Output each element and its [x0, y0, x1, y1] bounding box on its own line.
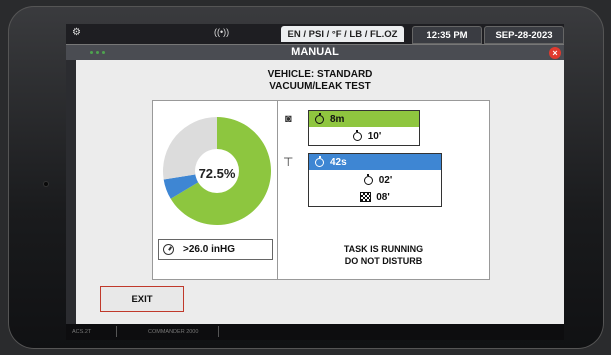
- units-selector[interactable]: EN / PSI / °F / LB / FL.OZ: [281, 26, 404, 42]
- device-screen: ⚙ ((•)) EN / PSI / °F / LB / FL.OZ 12:35…: [66, 24, 564, 340]
- main-content: VEHICLE: STANDARD VACUUM/LEAK TEST 72.5%…: [76, 60, 564, 324]
- stopwatch-icon: [315, 155, 324, 167]
- camera-dot: [44, 182, 48, 186]
- leak-step-stopwatch: 02': [309, 172, 441, 188]
- vacuum-readout: >26.0 inHG: [158, 239, 273, 260]
- footer-middle-text: COMMANDER 2000: [148, 329, 199, 335]
- status-line-2: DO NOT DISTURB: [344, 256, 423, 266]
- window-title: MANUAL: [291, 46, 339, 58]
- date-display: SEP-28-2023: [484, 26, 564, 44]
- stopwatch-icon: [315, 112, 324, 124]
- leak-current-time: 42s: [330, 156, 347, 168]
- leak-finish-time: 08': [376, 191, 390, 203]
- leak-step-card: 42s 02' 08': [308, 153, 442, 207]
- exit-button[interactable]: EXIT: [100, 286, 184, 312]
- vacuum-step-card: 8m 10': [308, 110, 420, 146]
- test-panel: 72.5% >26.0 inHG ◙ 8m 10' ⊤ 42s 02' 08' …: [152, 100, 490, 280]
- footer-left-text: ACS.2T: [72, 329, 92, 335]
- stopwatch-icon: [363, 173, 373, 185]
- status-bar: ⚙ ((•)) EN / PSI / °F / LB / FL.OZ 12:35…: [66, 24, 564, 44]
- footer-separator: [218, 326, 219, 337]
- status-line-1: TASK IS RUNNING: [343, 244, 424, 254]
- stopwatch-icon: [352, 129, 362, 141]
- leak-step-finish: 08': [309, 189, 441, 205]
- vehicle-heading: VEHICLE: STANDARD: [267, 69, 373, 80]
- progress-percent: 72.5%: [198, 166, 236, 181]
- vacuum-step-total: 10': [309, 128, 419, 144]
- vacuum-current-time: 8m: [330, 113, 345, 125]
- wireless-icon: ((•)): [214, 27, 230, 37]
- checkered-flag-icon: [360, 192, 372, 202]
- vacuum-step-current: 8m: [309, 111, 419, 127]
- gauge-icon: [163, 244, 174, 255]
- vacuum-total-time: 10': [367, 130, 382, 142]
- leak-stopwatch-time: 02': [378, 174, 393, 186]
- side-rail: [66, 60, 76, 324]
- vacuum-value: >26.0 inHG: [183, 244, 235, 255]
- settings-icon[interactable]: ⚙: [72, 27, 81, 38]
- leak-step-current: 42s: [309, 154, 441, 170]
- vacuum-pump-icon: ◙: [285, 113, 292, 125]
- footer-separator: [116, 326, 117, 337]
- test-heading: VACUUM/LEAK TEST: [269, 81, 371, 92]
- close-button[interactable]: ×: [549, 47, 561, 59]
- window-title-bar: MANUAL ×: [66, 44, 564, 61]
- clock-display: 12:35 PM: [412, 26, 482, 44]
- footer-bar: ACS.2T COMMANDER 2000: [66, 324, 564, 340]
- valve-icon: ⊤: [283, 155, 294, 169]
